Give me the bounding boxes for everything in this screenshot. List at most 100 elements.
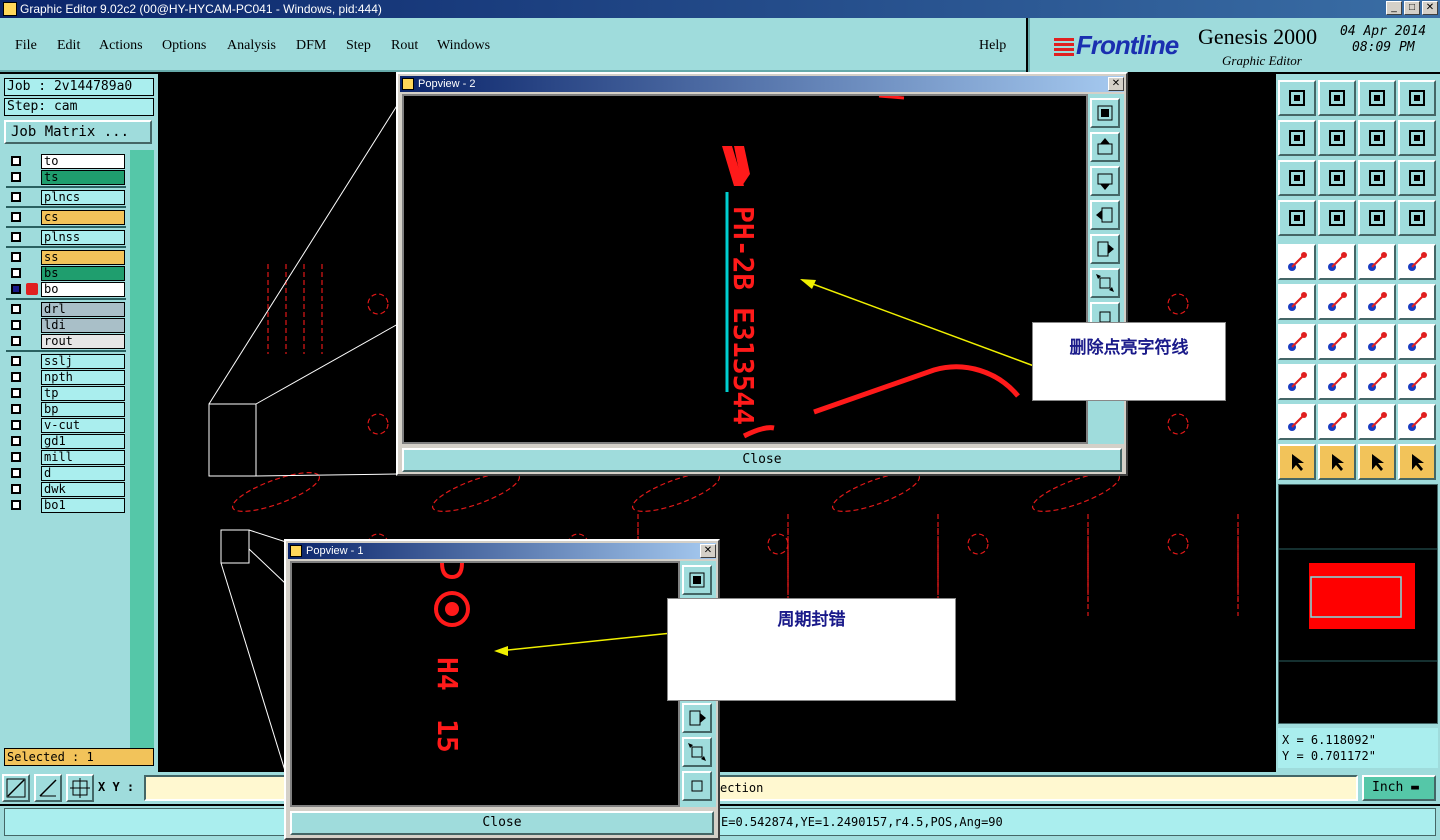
layer-checkbox[interactable] <box>11 304 21 314</box>
layer-checkbox[interactable] <box>11 356 21 366</box>
arc-icon[interactable] <box>1358 324 1396 360</box>
fit-all-icon[interactable] <box>1318 160 1356 196</box>
layer-name[interactable]: bo <box>41 282 125 297</box>
layer-checkbox[interactable] <box>11 252 21 262</box>
unit-selector[interactable]: Inch ▬ <box>1362 775 1436 801</box>
layer-name[interactable]: v-cut <box>41 418 125 433</box>
zoom-window-icon[interactable] <box>2 774 30 802</box>
connect-icon[interactable] <box>1278 284 1316 320</box>
layer-name[interactable]: dwk <box>41 482 125 497</box>
layer-row-v-cut[interactable]: v-cut <box>6 418 126 433</box>
layer-row-bs[interactable]: bs <box>6 266 126 281</box>
minimize-button[interactable]: _ <box>1386 1 1402 15</box>
menu-edit[interactable]: Edit <box>57 38 80 54</box>
popview-2-close-x[interactable]: ✕ <box>1108 77 1124 91</box>
popview-1-close-button[interactable]: Close <box>290 811 714 835</box>
layer-row-mill[interactable]: mill <box>6 450 126 465</box>
layer-checkbox[interactable] <box>11 172 21 182</box>
triangle-cross-icon[interactable] <box>1398 404 1436 440</box>
layer-colors-icon[interactable] <box>1358 200 1396 236</box>
move-up-icon[interactable] <box>1278 80 1316 116</box>
triangle-icon[interactable] <box>1278 404 1316 440</box>
close-window-button[interactable]: ✕ <box>1422 1 1438 15</box>
layer-name[interactable]: ldi <box>41 318 125 333</box>
feature-select-icon[interactable] <box>1398 364 1436 400</box>
menu-analysis[interactable]: Analysis <box>227 38 276 54</box>
layer-name[interactable]: to <box>41 154 125 169</box>
layer-checkbox[interactable] <box>11 484 21 494</box>
layer-colors-alt-icon[interactable] <box>1398 200 1436 236</box>
job-matrix-button[interactable]: Job Matrix ... <box>4 120 152 144</box>
layer-checkbox[interactable] <box>11 156 21 166</box>
layer-checkbox[interactable] <box>11 192 21 202</box>
s-curve-icon[interactable] <box>1398 120 1436 156</box>
zoom-out-icon[interactable] <box>1090 268 1120 298</box>
maximize-button[interactable]: □ <box>1404 1 1420 15</box>
layer-row-bp[interactable]: bp <box>6 402 126 417</box>
popview-2-canvas[interactable]: PH-2B E313544 <box>402 94 1088 444</box>
layer-name[interactable]: bs <box>41 266 125 281</box>
layer-checkbox[interactable] <box>11 500 21 510</box>
layer-row-ts[interactable]: ts <box>6 170 126 185</box>
menu-rout[interactable]: Rout <box>391 38 418 54</box>
menu-dfm[interactable]: DFM <box>296 38 326 54</box>
layer-row-plnss[interactable]: plnss <box>6 230 126 245</box>
text-icon[interactable] <box>1398 324 1436 360</box>
menu-step[interactable]: Step <box>346 38 371 54</box>
popview-1-canvas[interactable]: H4 15 <box>290 561 680 807</box>
layer-checkbox[interactable] <box>11 212 21 222</box>
menu-windows[interactable]: Windows <box>437 38 490 54</box>
menu-file[interactable]: File <box>15 38 37 54</box>
menu-help[interactable]: Help <box>979 38 1006 54</box>
layer-checkbox[interactable] <box>11 320 21 330</box>
layer-row-cs[interactable]: cs <box>6 210 126 225</box>
layer-row-d[interactable]: d <box>6 466 126 481</box>
select-rect-icon[interactable] <box>1318 444 1356 480</box>
add-pad-icon[interactable] <box>1278 244 1316 280</box>
move-feature-icon[interactable] <box>1358 284 1396 320</box>
measure-icon[interactable] <box>34 774 62 802</box>
layer-name[interactable]: bp <box>41 402 125 417</box>
layer-row-tp[interactable]: tp <box>6 386 126 401</box>
swap-icon[interactable] <box>1358 120 1396 156</box>
layer-checkbox[interactable] <box>11 284 21 294</box>
menu-options[interactable]: Options <box>162 38 206 54</box>
fit-view-icon[interactable] <box>682 771 712 801</box>
popview-2-close-button[interactable]: Close <box>402 448 1122 472</box>
layer-name[interactable]: ts <box>41 170 125 185</box>
fit-vertical-icon[interactable] <box>1278 160 1316 196</box>
split-view-icon[interactable] <box>1398 80 1436 116</box>
layer-checkbox[interactable] <box>11 436 21 446</box>
scale-1-2-icon[interactable] <box>1358 160 1396 196</box>
layer-row-ss[interactable]: ss <box>6 250 126 265</box>
layer-row-plncs[interactable]: plncs <box>6 190 126 205</box>
pan-down-icon[interactable] <box>1090 166 1120 196</box>
popview-2-window[interactable]: Popview - 2 ✕ PH-2B E313544 Close <box>396 72 1128 476</box>
layer-checkbox[interactable] <box>11 336 21 346</box>
layer-name[interactable]: drl <box>41 302 125 317</box>
pan-right-icon[interactable] <box>682 703 712 733</box>
pointer-icon[interactable] <box>1278 444 1316 480</box>
layer-name[interactable]: plnss <box>41 230 125 245</box>
move-down-icon[interactable] <box>1318 80 1356 116</box>
layer-checkbox[interactable] <box>11 232 21 242</box>
menu-actions[interactable]: Actions <box>99 38 143 54</box>
layer-checkbox[interactable] <box>11 420 21 430</box>
snap-point-icon[interactable] <box>1278 364 1316 400</box>
layer-row-gd1[interactable]: gd1 <box>6 434 126 449</box>
popview-1-close-x[interactable]: ✕ <box>700 544 716 558</box>
layer-checkbox[interactable] <box>11 268 21 278</box>
move-right-icon[interactable] <box>1318 120 1356 156</box>
layer-name[interactable]: gd1 <box>41 434 125 449</box>
layer-checkbox[interactable] <box>11 372 21 382</box>
measure-dist-icon[interactable] <box>1358 364 1396 400</box>
delete-icon[interactable] <box>1318 284 1356 320</box>
add-circle-icon[interactable] <box>1398 244 1436 280</box>
ruler-icon[interactable] <box>1358 244 1396 280</box>
layer-name[interactable]: rout <box>41 334 125 349</box>
grid-snap-icon[interactable] <box>66 774 94 802</box>
help-icon[interactable] <box>1398 160 1436 196</box>
layer-name[interactable]: d <box>41 466 125 481</box>
zoom-out-icon[interactable] <box>682 737 712 767</box>
layer-name[interactable]: plncs <box>41 190 125 205</box>
